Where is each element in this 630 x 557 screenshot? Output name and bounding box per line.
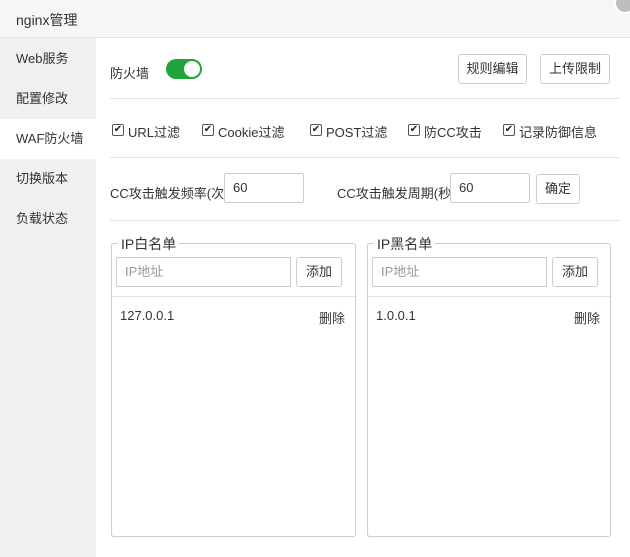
close-icon[interactable] <box>614 0 630 14</box>
cookie-filter-label: Cookie过滤 <box>218 125 285 140</box>
anti-cc-checkbox[interactable]: ✔ <box>408 124 420 136</box>
toggle-knob <box>184 61 200 77</box>
firewall-toggle[interactable] <box>166 59 202 79</box>
cc-period-label: CC攻击触发周期(秒) <box>337 186 456 201</box>
rule-edit-button[interactable]: 规则编辑 <box>458 54 527 84</box>
log-defense-checkbox[interactable]: ✔ <box>503 124 515 136</box>
sidebar-item-web-service[interactable]: Web服务 <box>0 39 96 79</box>
firewall-label: 防火墙 <box>110 66 150 81</box>
cc-period-input[interactable]: 60 <box>450 173 530 203</box>
cc-frequency-input[interactable]: 60 <box>224 173 304 203</box>
blacklist-add-button[interactable]: 添加 <box>552 257 598 287</box>
divider <box>110 220 620 221</box>
whitelist-ip-input[interactable]: IP地址 <box>116 257 291 287</box>
blacklist-row-ip: 1.0.0.1 <box>376 308 416 323</box>
cookie-filter-checkbox[interactable]: ✔ <box>202 124 214 136</box>
ip-blacklist-panel: IP黑名单 IP地址 添加 1.0.0.1 删除 <box>367 234 611 537</box>
post-filter-label: POST过滤 <box>326 125 388 140</box>
ip-blacklist-title: IP黑名单 <box>374 234 436 254</box>
sidebar-item-load-status[interactable]: 负载状态 <box>0 199 96 239</box>
sidebar: Web服务 配置修改 WAF防火墙 切换版本 负载状态 <box>0 38 96 557</box>
divider <box>112 296 355 297</box>
confirm-button[interactable]: 确定 <box>536 174 580 204</box>
sidebar-item-config-edit[interactable]: 配置修改 <box>0 79 96 119</box>
blacklist-ip-input[interactable]: IP地址 <box>372 257 547 287</box>
main-panel: 防火墙 规则编辑 上传限制 ✔ URL过滤 ✔ Cookie过滤 ✔ POST过… <box>96 38 630 557</box>
url-filter-checkbox[interactable]: ✔ <box>112 124 124 136</box>
blacklist-delete-button[interactable]: 删除 <box>574 308 600 327</box>
window-title: nginx管理 <box>16 12 78 28</box>
ip-whitelist-title: IP白名单 <box>118 234 180 254</box>
divider <box>110 98 620 99</box>
sidebar-item-switch-version[interactable]: 切换版本 <box>0 159 96 199</box>
upload-limit-button[interactable]: 上传限制 <box>540 54 610 84</box>
log-defense-label: 记录防御信息 <box>519 125 598 140</box>
cc-frequency-label: CC攻击触发频率(次) <box>110 186 229 201</box>
ip-whitelist-panel: IP白名单 IP地址 添加 127.0.0.1 删除 <box>111 234 356 537</box>
post-filter-checkbox[interactable]: ✔ <box>310 124 322 136</box>
divider <box>368 296 610 297</box>
whitelist-delete-button[interactable]: 删除 <box>319 308 345 327</box>
whitelist-row-ip: 127.0.0.1 <box>120 308 175 323</box>
whitelist-add-button[interactable]: 添加 <box>296 257 342 287</box>
title-bar: nginx管理 <box>0 0 630 38</box>
url-filter-label: URL过滤 <box>128 125 181 140</box>
divider <box>110 157 620 158</box>
sidebar-item-waf-firewall[interactable]: WAF防火墙 <box>0 119 96 159</box>
anti-cc-label: 防CC攻击 <box>424 125 482 140</box>
